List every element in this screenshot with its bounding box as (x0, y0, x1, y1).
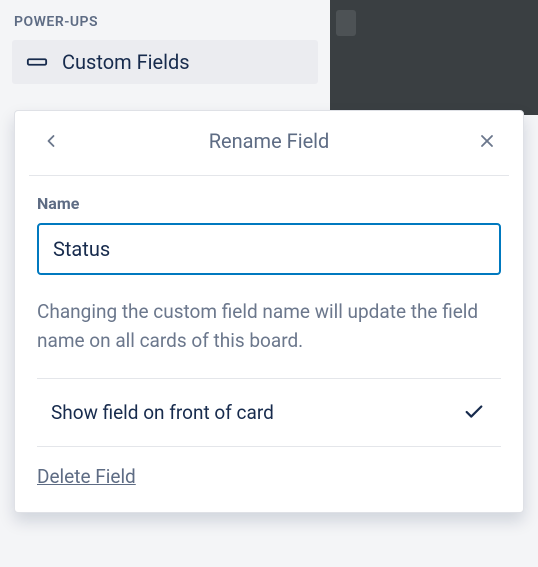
rename-field-popover: Rename Field Name Changing the custom fi… (14, 110, 524, 513)
background-panel (330, 0, 538, 115)
sidebar-item-custom-fields[interactable]: Custom Fields (12, 40, 318, 84)
check-icon (463, 401, 495, 423)
name-input[interactable] (37, 223, 501, 275)
delete-field-link[interactable]: Delete Field (37, 465, 136, 488)
section-header-powerups: POWER-UPS (14, 14, 318, 30)
name-label: Name (37, 194, 501, 213)
back-button[interactable] (35, 125, 67, 157)
chevron-left-icon (41, 131, 61, 151)
sidebar-item-label: Custom Fields (62, 50, 190, 74)
field-icon (26, 51, 48, 73)
popover-title: Rename Field (209, 129, 330, 153)
close-button[interactable] (471, 125, 503, 157)
toggle-label: Show field on front of card (51, 401, 274, 424)
sidebar: POWER-UPS Custom Fields (0, 0, 330, 94)
help-text: Changing the custom field name will upda… (37, 297, 501, 379)
close-icon (477, 131, 497, 151)
popover-header: Rename Field (29, 111, 509, 175)
show-on-front-toggle[interactable]: Show field on front of card (37, 379, 501, 447)
